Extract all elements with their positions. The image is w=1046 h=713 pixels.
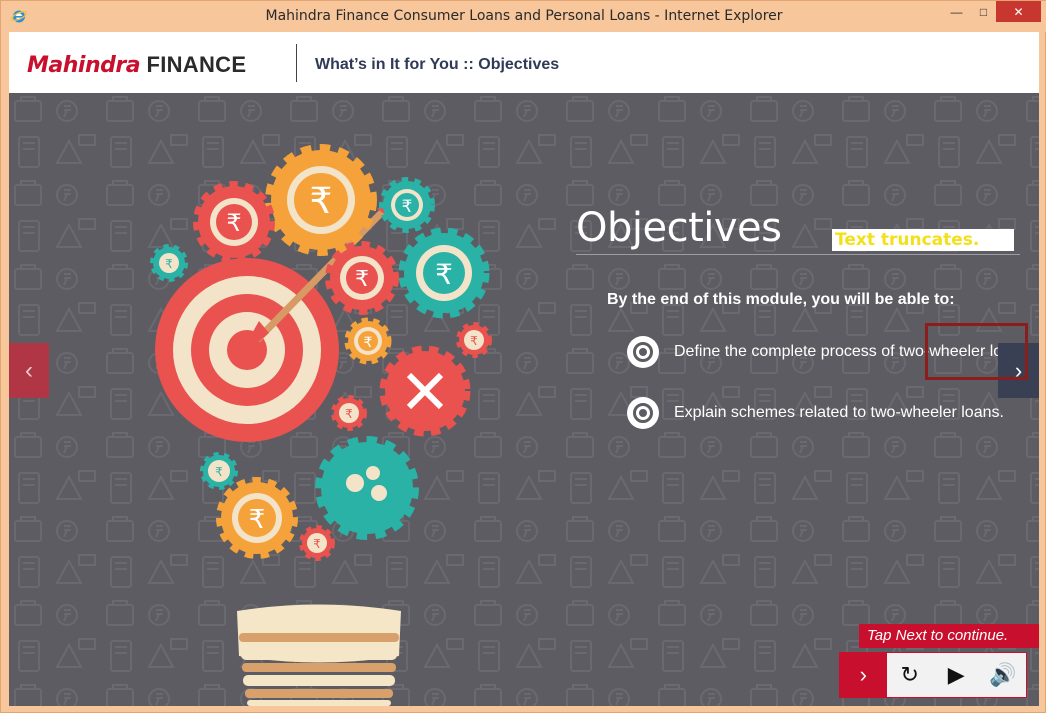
- objective-item: Explain schemes related to two-wheeler l…: [627, 397, 1039, 429]
- bulb-base-icon: [237, 604, 401, 706]
- gears-target-illustration: ₹ ₹ ₹ ₹ ₹ ₹ ₹ ₹ ₹ ₹ ₹ ₹: [150, 144, 492, 706]
- course-header: Mahindra FINANCE What’s in It for You ::…: [9, 32, 1039, 93]
- window-title: Mahindra Finance Consumer Loans and Pers…: [265, 8, 783, 24]
- rupee-gear-teal-large-icon: ₹: [398, 227, 490, 319]
- objectives-lead: By the end of this module, you will be a…: [607, 291, 955, 308]
- svg-text:₹: ₹: [345, 407, 353, 421]
- review-annotation: Text truncates.: [832, 229, 1014, 251]
- svg-text:₹: ₹: [435, 258, 453, 291]
- svg-text:₹: ₹: [165, 257, 173, 271]
- rupee-gear-red-icon: ₹: [193, 181, 275, 263]
- mahindra-finance-logo: Mahindra FINANCE: [27, 52, 246, 78]
- logo-finance: FINANCE: [146, 52, 247, 77]
- slide-stage: ₹ ₹ ₹ ₹ ₹ ₹ ₹ ₹ ₹ ₹ ₹ ₹ Objectives Text …: [9, 93, 1039, 706]
- maximize-button[interactable]: □: [969, 1, 998, 22]
- title-underline: [576, 254, 1020, 255]
- target-bullet-icon: [627, 336, 659, 368]
- next-button[interactable]: ›: [840, 653, 887, 697]
- cog-gear-teal-icon: [315, 436, 419, 540]
- rupee-gear-red-mid-icon: ₹: [325, 241, 399, 315]
- header-divider: [296, 44, 297, 82]
- rupee-gear-orange-small-icon: ₹: [344, 317, 392, 365]
- audio-button[interactable]: 🔊: [980, 653, 1027, 697]
- replay-button[interactable]: ↻: [887, 653, 934, 697]
- close-button[interactable]: ✕: [996, 1, 1041, 22]
- title-bar: Mahindra Finance Consumer Loans and Pers…: [1, 1, 1046, 32]
- browser-window: Mahindra Finance Consumer Loans and Pers…: [0, 0, 1046, 713]
- logo-brand: Mahindra: [27, 53, 141, 78]
- svg-text:₹: ₹: [226, 209, 241, 237]
- tap-next-hint: Tap Next to continue.: [859, 624, 1039, 648]
- svg-text:₹: ₹: [310, 181, 333, 222]
- play-button[interactable]: ▶: [933, 653, 980, 697]
- page-heading: What’s in It for You :: Objectives: [315, 56, 560, 73]
- rupee-gear-orange-large-icon: ₹: [265, 144, 377, 256]
- tools-gear-icon: [379, 345, 471, 437]
- objectives-title: Objectives: [576, 205, 782, 251]
- rupee-gear-teal-tiny-icon: ₹: [150, 244, 188, 282]
- rupee-gear-teal-bottom-icon: ₹: [200, 452, 238, 490]
- svg-text:₹: ₹: [313, 537, 321, 551]
- rupee-gear-red-bottom-icon: ₹: [299, 525, 335, 561]
- rupee-gear-red-tiny-icon: ₹: [456, 322, 492, 358]
- svg-text:₹: ₹: [355, 267, 369, 292]
- svg-text:₹: ₹: [402, 197, 413, 217]
- svg-text:₹: ₹: [470, 334, 478, 348]
- target-bullet-icon: [627, 397, 659, 429]
- truncation-highlight-box: [925, 323, 1028, 380]
- svg-text:₹: ₹: [249, 505, 266, 535]
- rupee-gear-teal-small-icon: ₹: [379, 177, 435, 233]
- svg-text:₹: ₹: [364, 335, 373, 351]
- rupee-gear-red-small-icon: ₹: [331, 395, 367, 431]
- player-controls: › ↻ ▶ 🔊: [839, 652, 1027, 698]
- rupee-gear-orange-bottom-icon: ₹: [216, 477, 298, 559]
- minimize-button[interactable]: —: [942, 1, 971, 22]
- svg-text:₹: ₹: [215, 465, 223, 479]
- objective-text: Explain schemes related to two-wheeler l…: [674, 404, 1004, 421]
- side-previous-button[interactable]: ‹: [9, 343, 49, 398]
